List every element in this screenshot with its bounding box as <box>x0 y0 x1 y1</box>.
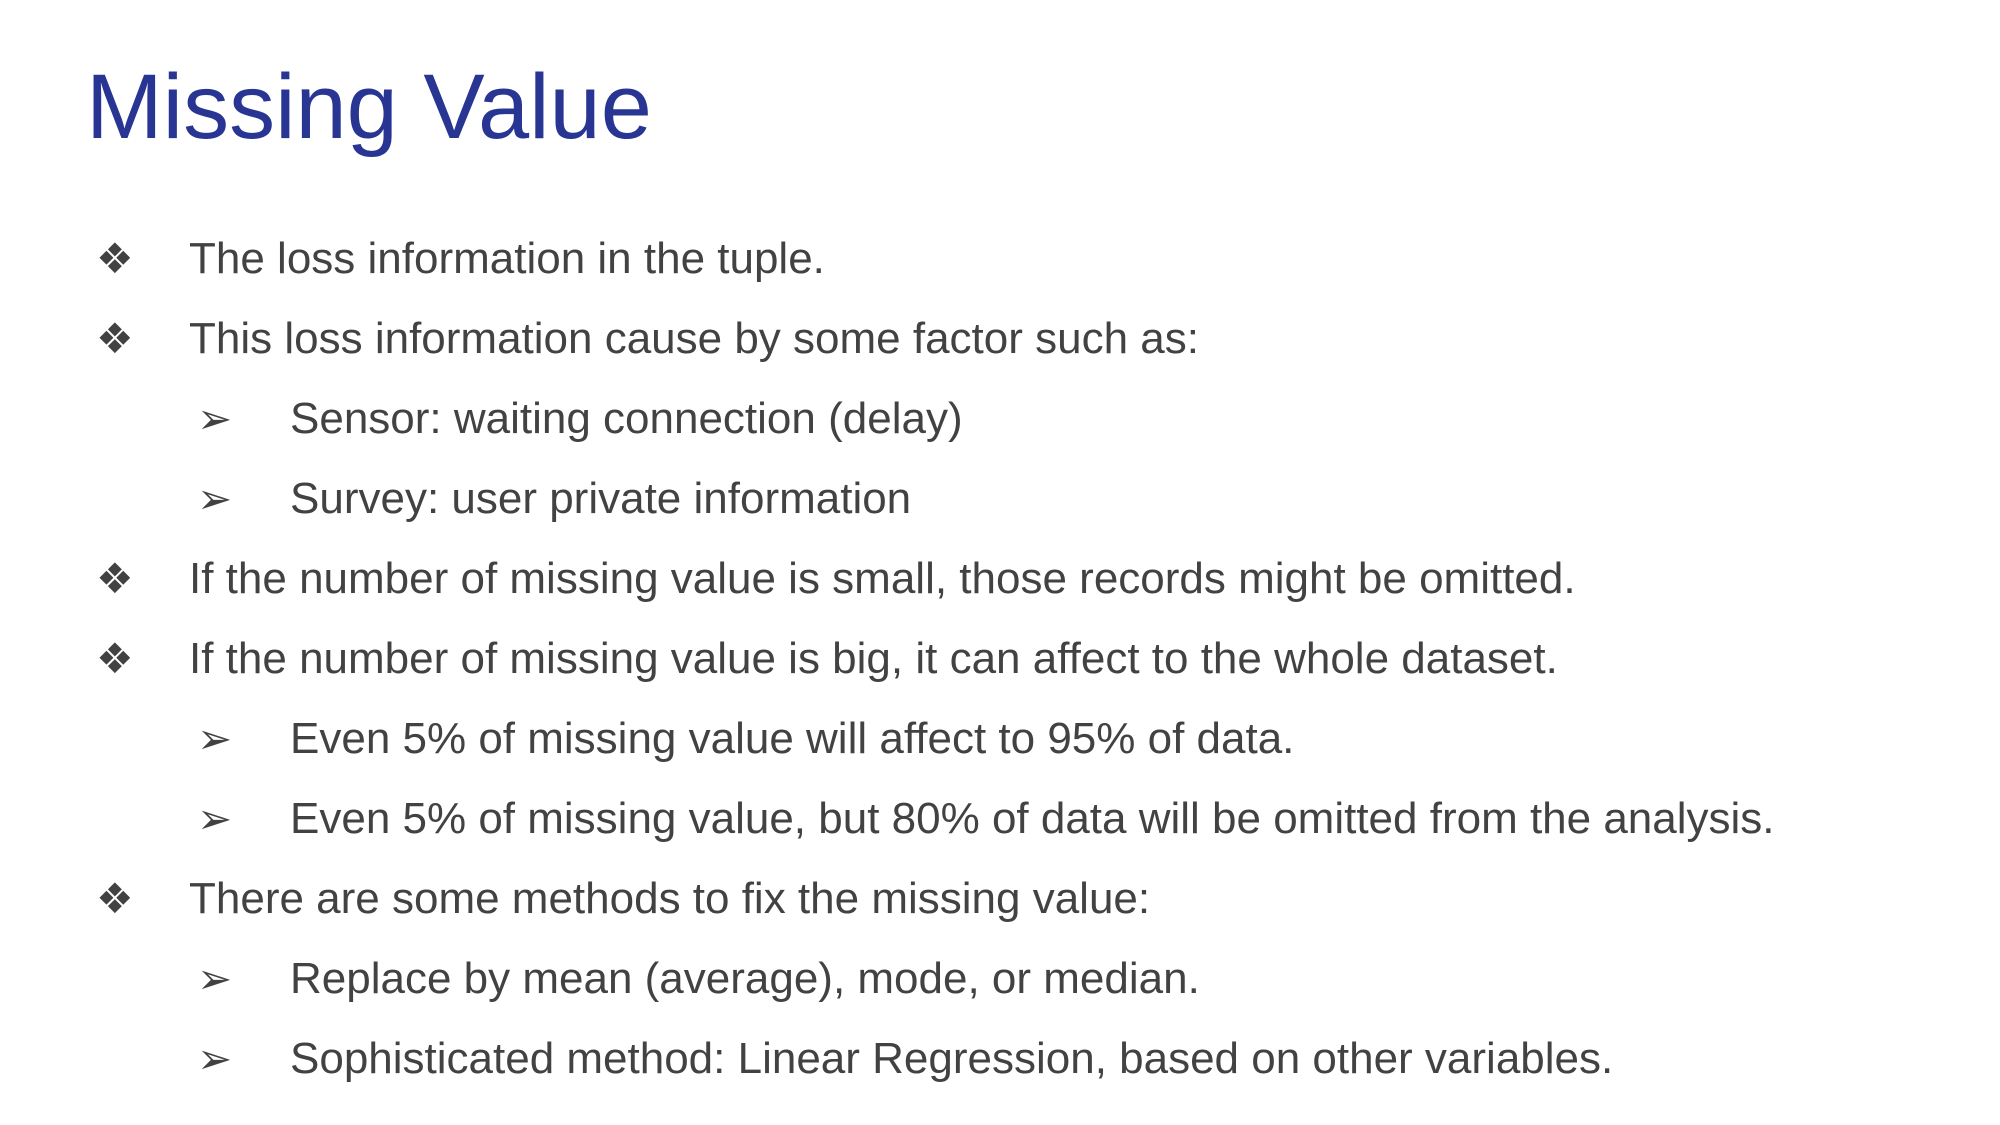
slide: Missing Value ❖ The loss information in … <box>0 0 2000 1125</box>
bullet-text: This loss information cause by some fact… <box>189 314 1199 363</box>
bullet-text: If the number of missing value is big, i… <box>189 634 1558 683</box>
four-diamond-bullet-icon: ❖ <box>96 314 134 363</box>
arrowhead-bullet-icon: ➢ <box>197 794 233 843</box>
bullet-item: ❖ This loss information cause by some fa… <box>0 299 2000 379</box>
sub-bullet-text: Even 5% of missing value will affect to … <box>290 714 1295 763</box>
sub-bullet-text: Sensor: waiting connection (delay) <box>290 394 963 443</box>
sub-bullet-text: Even 5% of missing value, but 80% of dat… <box>290 794 1775 843</box>
sub-bullet-text: Replace by mean (average), mode, or medi… <box>290 954 1200 1003</box>
four-diamond-bullet-icon: ❖ <box>96 554 134 603</box>
arrowhead-bullet-icon: ➢ <box>197 714 233 763</box>
sub-bullet-item: ➢ Even 5% of missing value, but 80% of d… <box>0 779 2000 859</box>
sub-bullet-item: ➢ Sensor: waiting connection (delay) <box>0 379 2000 459</box>
sub-bullet-item: ➢ Sophisticated method: Linear Regressio… <box>0 1019 2000 1099</box>
arrowhead-bullet-icon: ➢ <box>197 474 233 523</box>
bullet-item: ❖ The loss information in the tuple. <box>0 219 2000 299</box>
bullet-text: The loss information in the tuple. <box>189 234 825 283</box>
sub-bullet-text: Sophisticated method: Linear Regression,… <box>290 1034 1614 1083</box>
bullet-item: ❖ If the number of missing value is big,… <box>0 619 2000 699</box>
bullet-text: There are some methods to fix the missin… <box>189 874 1151 923</box>
arrowhead-bullet-icon: ➢ <box>197 394 233 443</box>
arrowhead-bullet-icon: ➢ <box>197 954 233 1003</box>
bullet-list: ❖ The loss information in the tuple. ❖ T… <box>0 219 2000 1099</box>
bullet-item: ❖ If the number of missing value is smal… <box>0 539 2000 619</box>
sub-bullet-item: ➢ Survey: user private information <box>0 459 2000 539</box>
bullet-item: ❖ There are some methods to fix the miss… <box>0 859 2000 939</box>
four-diamond-bullet-icon: ❖ <box>96 634 134 683</box>
four-diamond-bullet-icon: ❖ <box>96 234 134 283</box>
sub-bullet-item: ➢ Replace by mean (average), mode, or me… <box>0 939 2000 1019</box>
arrowhead-bullet-icon: ➢ <box>197 1034 233 1083</box>
sub-bullet-text: Survey: user private information <box>290 474 912 523</box>
four-diamond-bullet-icon: ❖ <box>96 874 134 923</box>
bullet-text: If the number of missing value is small,… <box>189 554 1576 603</box>
slide-title: Missing Value <box>86 56 652 158</box>
sub-bullet-item: ➢ Even 5% of missing value will affect t… <box>0 699 2000 779</box>
